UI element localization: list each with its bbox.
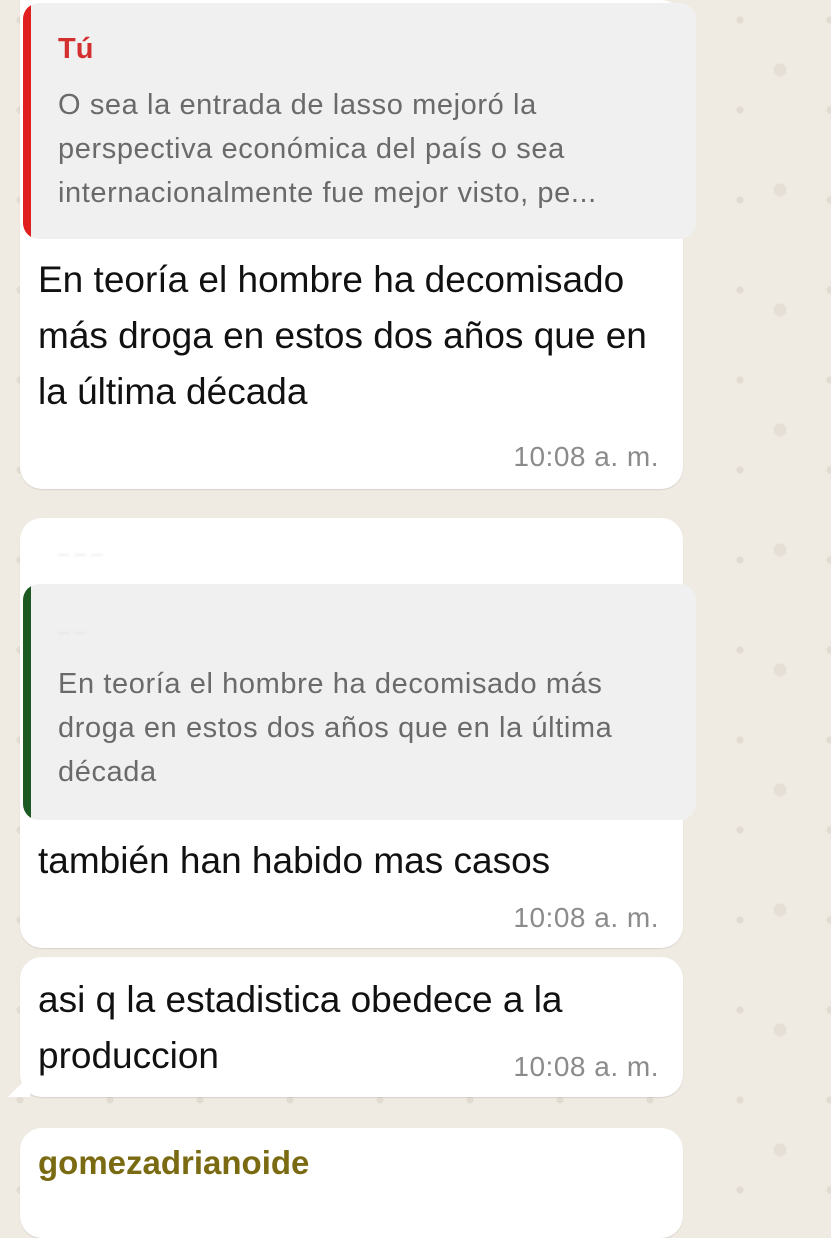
message-bubble[interactable]: Tú O sea la entrada de lasso mejoró la p… [20, 0, 696, 489]
quote-author: Tú [58, 33, 94, 65]
message-bubble[interactable]: _ _ _ _ _ En teoría el hombre ha decomis… [20, 518, 696, 948]
quoted-message[interactable]: Tú O sea la entrada de lasso mejoró la p… [23, 3, 696, 239]
quote-accent-bar [23, 584, 31, 820]
quote-text: O sea la entrada de lasso mejoró la pers… [58, 89, 597, 209]
bubble-tail [8, 1075, 30, 1097]
redacted-sender-name: _ _ _ [58, 536, 103, 558]
message-bubble[interactable]: gomezadrianoide [20, 1128, 683, 1238]
quoted-message[interactable]: _ _ En teoría el hombre ha decomisado má… [23, 584, 696, 820]
redacted-quote-author: _ _ [58, 614, 86, 636]
message-timestamp: 10:08 a. m. [513, 1051, 659, 1082]
message-timestamp: 10:08 a. m. [513, 441, 659, 472]
message-timestamp: 10:08 a. m. [513, 902, 659, 933]
quote-accent-bar [23, 3, 31, 239]
message-bubble[interactable]: asi q la estadistica obedece a la produc… [8, 957, 683, 1097]
message-text: En teoría el hombre ha decomisado más dr… [38, 259, 647, 412]
sender-name[interactable]: gomezadrianoide [38, 1144, 309, 1182]
message-text: también han habido mas casos [38, 840, 551, 881]
quote-text: En teoría el hombre ha decomisado más dr… [58, 668, 613, 788]
